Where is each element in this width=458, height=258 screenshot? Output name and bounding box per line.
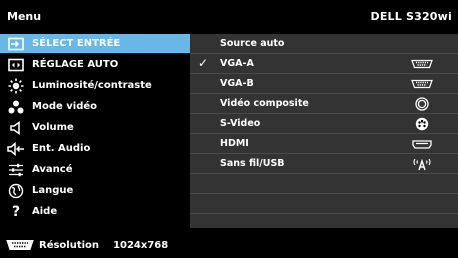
submenu-item-wireless-usb[interactable]: Sans fil/USB xyxy=(190,154,458,174)
vga-port-icon xyxy=(6,239,34,251)
osd-menu: Menu DELL S320wi SÉLECT ENTRÉE RÉGLAGE A… xyxy=(0,0,458,258)
menu-item-video-mode[interactable]: Mode vidéo xyxy=(0,97,190,116)
brightness-icon xyxy=(0,78,32,94)
globe-icon xyxy=(0,183,32,199)
menu-item-language[interactable]: Langue xyxy=(0,181,190,200)
submenu-empty-row xyxy=(190,194,458,214)
composite-port-icon xyxy=(410,97,434,111)
resolution-value: 1024x768 xyxy=(113,239,169,251)
resolution-label: Résolution xyxy=(39,239,100,251)
model-name: DELL S320wi xyxy=(370,10,452,23)
submenu-item-label: VGA-B xyxy=(220,78,254,89)
header: Menu DELL S320wi xyxy=(0,0,458,34)
menu-item-label: Luminosité/contraste xyxy=(32,80,152,91)
menu-item-advanced[interactable]: Avancé xyxy=(0,160,190,179)
sliders-icon xyxy=(0,163,32,177)
main-menu: SÉLECT ENTRÉE RÉGLAGE AUTO Luminosité/co… xyxy=(0,34,190,228)
submenu-item-vga-b[interactable]: VGA-B xyxy=(190,74,458,94)
submenu-item-svideo[interactable]: S-Video xyxy=(190,114,458,134)
menu-item-label: Volume xyxy=(32,122,74,133)
menu-item-input-select[interactable]: SÉLECT ENTRÉE xyxy=(0,34,190,53)
submenu-panel: Source auto ✓ VGA-A VGA-B Vidéo composit… xyxy=(190,34,458,228)
submenu-empty-row xyxy=(190,174,458,194)
submenu-item-label: Source auto xyxy=(220,38,285,49)
menu-item-label: Mode vidéo xyxy=(32,101,97,112)
vga-port-icon xyxy=(410,77,434,91)
auto-adjust-icon xyxy=(0,58,32,72)
menu-item-brightness-contrast[interactable]: Luminosité/contraste xyxy=(0,76,190,95)
hdmi-port-icon xyxy=(410,137,434,151)
submenu-item-label: VGA-A xyxy=(220,58,254,69)
menu-item-label: Langue xyxy=(32,185,74,196)
submenu-item-label: HDMI xyxy=(220,138,249,149)
question-icon: ? xyxy=(11,203,21,220)
vga-port-icon xyxy=(410,57,434,71)
input-source-icon xyxy=(0,37,32,51)
menu-title: Menu xyxy=(7,10,42,23)
submenu-item-label: S-Video xyxy=(220,118,261,129)
status-bar: Résolution 1024x768 xyxy=(0,232,458,258)
submenu-item-label: Sans fil/USB xyxy=(220,158,285,169)
svideo-port-icon xyxy=(410,117,434,131)
speaker-icon xyxy=(0,120,32,135)
submenu-item-auto-source[interactable]: Source auto xyxy=(190,34,458,54)
menu-item-audio-input[interactable]: Ent. Audio xyxy=(0,139,190,158)
wireless-icon xyxy=(410,157,434,171)
submenu-item-hdmi[interactable]: HDMI xyxy=(190,134,458,154)
submenu-item-vga-a[interactable]: ✓ VGA-A xyxy=(190,54,458,74)
menu-item-volume[interactable]: Volume xyxy=(0,118,190,137)
menu-item-help[interactable]: ? Aide xyxy=(0,202,190,221)
menu-item-label: RÉGLAGE AUTO xyxy=(32,59,119,70)
menu-item-label: Ent. Audio xyxy=(32,143,91,154)
menu-item-label: SÉLECT ENTRÉE xyxy=(32,38,121,49)
audio-input-icon xyxy=(0,141,32,156)
submenu-item-composite[interactable]: Vidéo composite xyxy=(190,94,458,114)
checkmark-icon: ✓ xyxy=(198,56,209,70)
submenu-item-label: Vidéo composite xyxy=(220,98,309,109)
video-mode-icon xyxy=(0,100,32,114)
menu-item-auto-adjust[interactable]: RÉGLAGE AUTO xyxy=(0,55,190,74)
menu-item-label: Avancé xyxy=(32,164,73,175)
menu-item-label: Aide xyxy=(32,206,58,217)
